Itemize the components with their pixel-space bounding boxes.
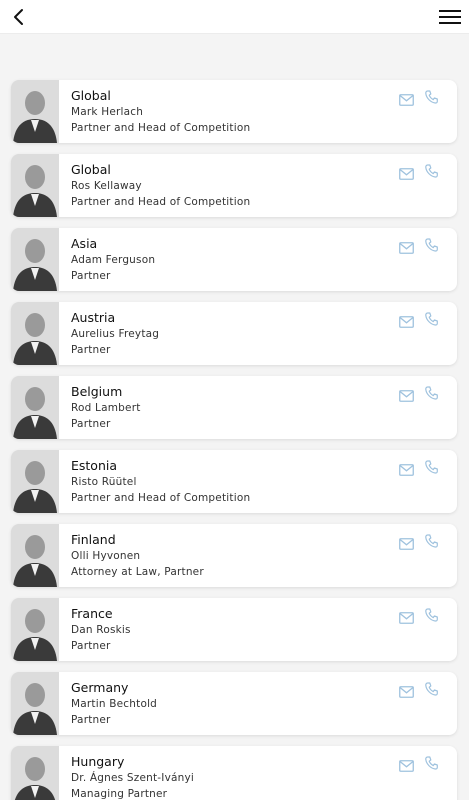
contact-title: Partner and Head of Competition	[71, 122, 251, 134]
contact-photo	[11, 450, 59, 513]
contact-photo	[11, 598, 59, 661]
contact-photo	[11, 228, 59, 291]
phone-icon[interactable]	[425, 459, 438, 474]
contact-title: Partner and Head of Competition	[71, 492, 251, 504]
mail-icon[interactable]	[399, 757, 414, 772]
contact-region: Global	[71, 88, 111, 103]
contact-card[interactable]: France Dan Roskis Partner	[11, 598, 457, 661]
phone-icon[interactable]	[425, 237, 438, 252]
contact-photo	[11, 746, 59, 800]
contact-photo	[11, 80, 59, 143]
contact-name: Olli Hyvonen	[71, 550, 141, 562]
contact-name: Rod Lambert	[71, 402, 141, 414]
phone-icon[interactable]	[425, 311, 438, 326]
mail-icon[interactable]	[399, 313, 414, 328]
contact-card[interactable]: Germany Martin Bechtold Partner	[11, 672, 457, 735]
contact-card[interactable]: Finland Olli Hyvonen Attorney at Law, Pa…	[11, 524, 457, 587]
phone-icon[interactable]	[425, 681, 438, 696]
contact-region: France	[71, 606, 113, 621]
phone-icon[interactable]	[425, 163, 438, 178]
contact-region: Germany	[71, 680, 129, 695]
contact-name: Martin Bechtold	[71, 698, 158, 710]
contact-region: Global	[71, 162, 111, 177]
mail-icon[interactable]	[399, 683, 414, 698]
contact-region: Hungary	[71, 754, 125, 769]
phone-icon[interactable]	[425, 385, 438, 400]
mail-icon[interactable]	[399, 165, 414, 180]
contact-region: Estonia	[71, 458, 118, 473]
contact-card[interactable]: Hungary Dr. Ágnes Szent-Iványi Managing …	[11, 746, 457, 800]
back-icon[interactable]	[10, 7, 28, 27]
contact-region: Finland	[71, 532, 116, 547]
phone-icon[interactable]	[425, 533, 438, 548]
contact-title: Managing Partner	[71, 788, 168, 800]
mail-icon[interactable]	[399, 461, 414, 476]
phone-icon[interactable]	[425, 755, 438, 770]
contact-name: Aurelius Freytag	[71, 328, 160, 340]
contact-name: Mark Herlach	[71, 106, 144, 118]
contact-card[interactable]: Estonia Risto Rüütel Partner and Head of…	[11, 450, 457, 513]
contact-card[interactable]: Asia Adam Ferguson Partner	[11, 228, 457, 291]
contact-title: Partner	[71, 270, 111, 282]
mail-icon[interactable]	[399, 239, 414, 254]
mail-icon[interactable]	[399, 535, 414, 550]
contact-name: Risto Rüütel	[71, 476, 137, 488]
contact-name: Adam Ferguson	[71, 254, 156, 266]
contact-photo	[11, 672, 59, 735]
mail-icon[interactable]	[399, 91, 414, 106]
contact-region: Belgium	[71, 384, 123, 399]
contact-card[interactable]: Global Mark Herlach Partner and Head of …	[11, 80, 457, 143]
contact-region: Austria	[71, 310, 116, 325]
contact-title: Partner	[71, 418, 111, 430]
top-bar	[0, 0, 469, 34]
phone-icon[interactable]	[425, 607, 438, 622]
contact-name: Ros Kellaway	[71, 180, 142, 192]
contact-photo	[11, 376, 59, 439]
contact-name: Dr. Ágnes Szent-Iványi	[71, 772, 195, 784]
contact-title: Attorney at Law, Partner	[71, 566, 204, 578]
contact-name: Dan Roskis	[71, 624, 131, 636]
mail-icon[interactable]	[399, 609, 414, 624]
contact-region: Asia	[71, 236, 98, 251]
mail-icon[interactable]	[399, 387, 414, 402]
contact-title: Partner	[71, 714, 111, 726]
hamburger-menu-icon[interactable]	[438, 9, 462, 25]
contact-title: Partner and Head of Competition	[71, 196, 251, 208]
contact-card[interactable]: Austria Aurelius Freytag Partner	[11, 302, 457, 365]
contact-photo	[11, 524, 59, 587]
phone-icon[interactable]	[425, 89, 438, 104]
contact-card[interactable]: Belgium Rod Lambert Partner	[11, 376, 457, 439]
contact-title: Partner	[71, 640, 111, 652]
contact-photo	[11, 302, 59, 365]
contact-photo	[11, 154, 59, 217]
contact-card[interactable]: Global Ros Kellaway Partner and Head of …	[11, 154, 457, 217]
contact-list: Global Mark Herlach Partner and Head of …	[11, 80, 457, 800]
contact-title: Partner	[71, 344, 111, 356]
